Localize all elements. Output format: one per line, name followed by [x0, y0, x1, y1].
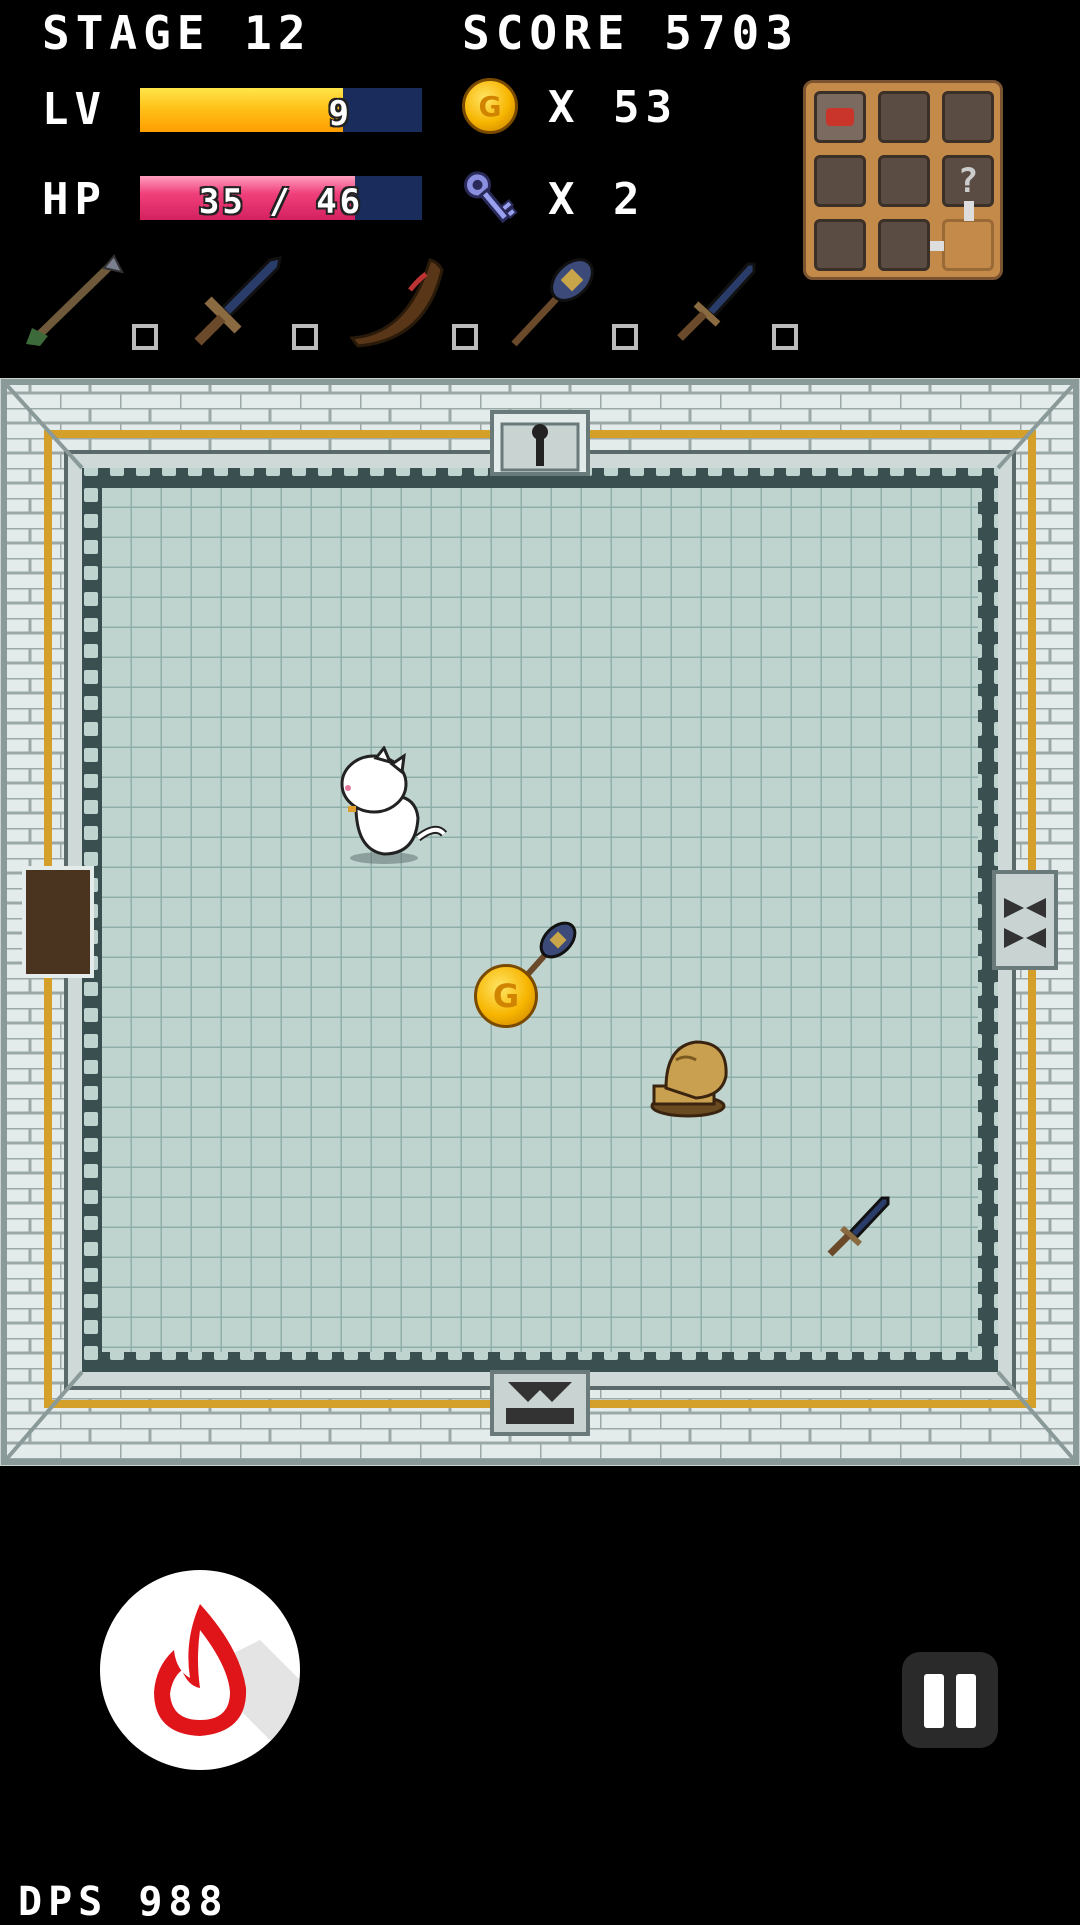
lv-label: LV — [42, 84, 107, 135]
weapon-slot-dagger[interactable] — [658, 250, 798, 350]
weapon-slot-checkbox — [292, 324, 318, 350]
minimap-room — [878, 219, 930, 271]
coin-count: X 53 — [548, 82, 678, 133]
open-door-left[interactable] — [22, 866, 94, 978]
weapon-slot-arrow[interactable] — [18, 250, 158, 350]
dungeon-room: G — [0, 378, 1080, 1466]
minimap-room — [814, 155, 866, 207]
fire-attack-button[interactable] — [100, 1570, 300, 1770]
weapon-slot-checkbox — [452, 324, 478, 350]
minimap-room-visited — [942, 219, 994, 271]
unknown-room-icon: ? — [957, 161, 979, 201]
closed-door-bottom-icon[interactable] — [488, 1368, 592, 1438]
coin-icon[interactable]: G — [474, 964, 538, 1028]
bread-icon[interactable] — [642, 1032, 734, 1122]
level-bar: 9 — [140, 88, 422, 132]
weapon-slot-boomerang[interactable] — [338, 250, 478, 350]
dagger-icon — [677, 262, 756, 341]
hp-bar: 35 / 46 — [140, 176, 422, 220]
weapon-slot-checkbox — [612, 324, 638, 350]
minimap-room — [814, 219, 866, 271]
minimap-room — [878, 91, 930, 143]
pause-icon-bar — [924, 1674, 944, 1728]
hp-label: HP — [42, 174, 107, 225]
arrow-icon — [26, 254, 124, 346]
sword-icon — [194, 256, 282, 346]
dagger-icon[interactable] — [820, 1188, 892, 1264]
minimap-room-current — [814, 91, 866, 143]
key-icon — [464, 171, 518, 224]
hp-value: 35 / 46 — [198, 182, 364, 220]
score-label: SCORE 5703 — [462, 6, 799, 60]
pause-button[interactable] — [902, 1652, 998, 1748]
closed-door-right-icon[interactable] — [990, 868, 1060, 972]
weapon-slot-checkbox — [132, 324, 158, 350]
weapon-slot-sword[interactable] — [178, 250, 318, 350]
key-count: X 2 — [548, 174, 646, 225]
battle-axe-icon — [511, 258, 594, 347]
minimap-room — [878, 155, 930, 207]
minimap: ? — [803, 80, 1003, 280]
dps-label: DPS 988 — [18, 1879, 229, 1925]
level-value: 9 — [328, 94, 352, 132]
pause-icon-bar — [956, 1674, 976, 1728]
coin-icon: G — [462, 78, 518, 134]
weapon-slot-axe[interactable] — [498, 250, 638, 350]
minimap-room-unknown: ? — [942, 155, 994, 207]
locked-door-icon[interactable] — [488, 408, 592, 478]
boomerang-icon — [349, 258, 444, 348]
player-cat-icon — [340, 746, 448, 864]
stage-label: STAGE 12 — [42, 6, 312, 60]
minimap-room — [942, 91, 994, 143]
weapon-slot-checkbox — [772, 324, 798, 350]
fire-icon — [154, 1604, 300, 1770]
